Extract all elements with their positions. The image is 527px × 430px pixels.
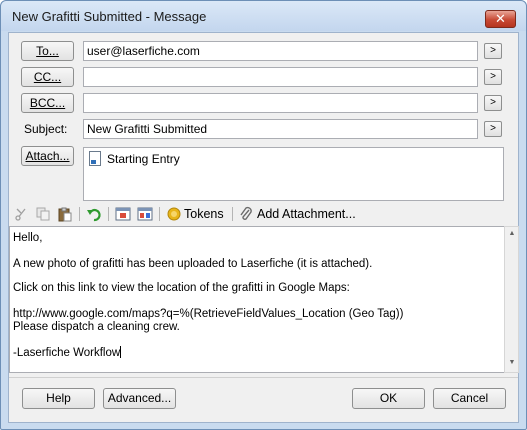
text-cursor [120,346,122,358]
toolbar-separator [79,207,80,221]
attach-button[interactable]: Attach... [21,146,74,166]
scissors-icon[interactable] [13,206,29,222]
attach-button-label: Attach... [25,149,70,163]
body-line: Please dispatch a cleaning crew. [13,321,180,333]
subject-label: Subject: [24,122,68,136]
insert-field-icon[interactable] [115,206,131,222]
format-icon[interactable] [137,206,153,222]
cc-button-label: CC... [33,70,62,84]
to-more-button[interactable]: > [484,43,502,59]
close-button[interactable]: ✕ [485,10,516,28]
scroll-down-arrow[interactable]: ▼ [507,359,517,369]
to-field[interactable]: user@laserfiche.com [83,41,478,61]
document-icon [89,151,101,166]
to-button[interactable]: To... [21,41,74,61]
add-attachment-button[interactable]: Add Attachment... [257,207,356,221]
ok-button[interactable]: OK [352,388,425,409]
advanced-button[interactable]: Advanced... [103,388,176,409]
dialog-content: To... user@laserfiche.com > CC... > BCC.… [8,32,519,423]
signature-text: -Laserfiche Workflow [13,347,121,359]
cc-button[interactable]: CC... [21,67,74,87]
body-scrollbar[interactable]: ▲ ▼ [504,226,519,373]
cc-more-button[interactable]: > [484,69,502,85]
help-button[interactable]: Help [22,388,95,409]
editor-toolbar: Tokens Add Attachment... [9,204,518,224]
subject-more-button[interactable]: > [484,121,502,137]
bcc-button[interactable]: BCC... [21,93,74,113]
body-line-signature: -Laserfiche Workflow [13,346,122,359]
token-icon[interactable] [166,206,182,222]
message-body[interactable]: Hello, A new photo of grafitti has been … [9,226,505,373]
bcc-button-label: BCC... [29,96,66,110]
attachment-item[interactable]: Starting Entry [89,151,180,166]
toolbar-separator [232,207,233,221]
window-title: New Grafitti Submitted - Message [12,9,207,24]
body-line: A new photo of grafitti has been uploade… [13,258,373,270]
title-bar[interactable]: New Grafitti Submitted - Message ✕ [1,1,526,31]
tokens-button[interactable]: Tokens [184,207,224,221]
bcc-more-button[interactable]: > [484,95,502,111]
subject-field[interactable]: New Grafitti Submitted [83,119,478,139]
copy-icon[interactable] [35,206,51,222]
toolbar-separator [159,207,160,221]
body-line: Hello, [13,232,43,244]
paperclip-icon[interactable] [238,206,254,222]
undo-icon[interactable] [86,206,102,222]
attachment-name: Starting Entry [107,151,180,166]
body-line: Click on this link to view the location … [13,282,350,294]
cancel-button[interactable]: Cancel [433,388,506,409]
toolbar-separator [108,207,109,221]
scroll-up-arrow[interactable]: ▲ [507,230,517,240]
to-button-label: To... [36,44,59,58]
message-dialog: New Grafitti Submitted - Message ✕ To...… [0,0,527,430]
body-line: http://www.google.com/maps?q=%(RetrieveF… [13,308,404,320]
bcc-field[interactable] [83,93,478,113]
attachment-list[interactable]: Starting Entry [83,147,504,201]
paste-icon[interactable] [57,206,73,222]
cc-field[interactable] [83,67,478,87]
footer-divider [9,377,518,378]
